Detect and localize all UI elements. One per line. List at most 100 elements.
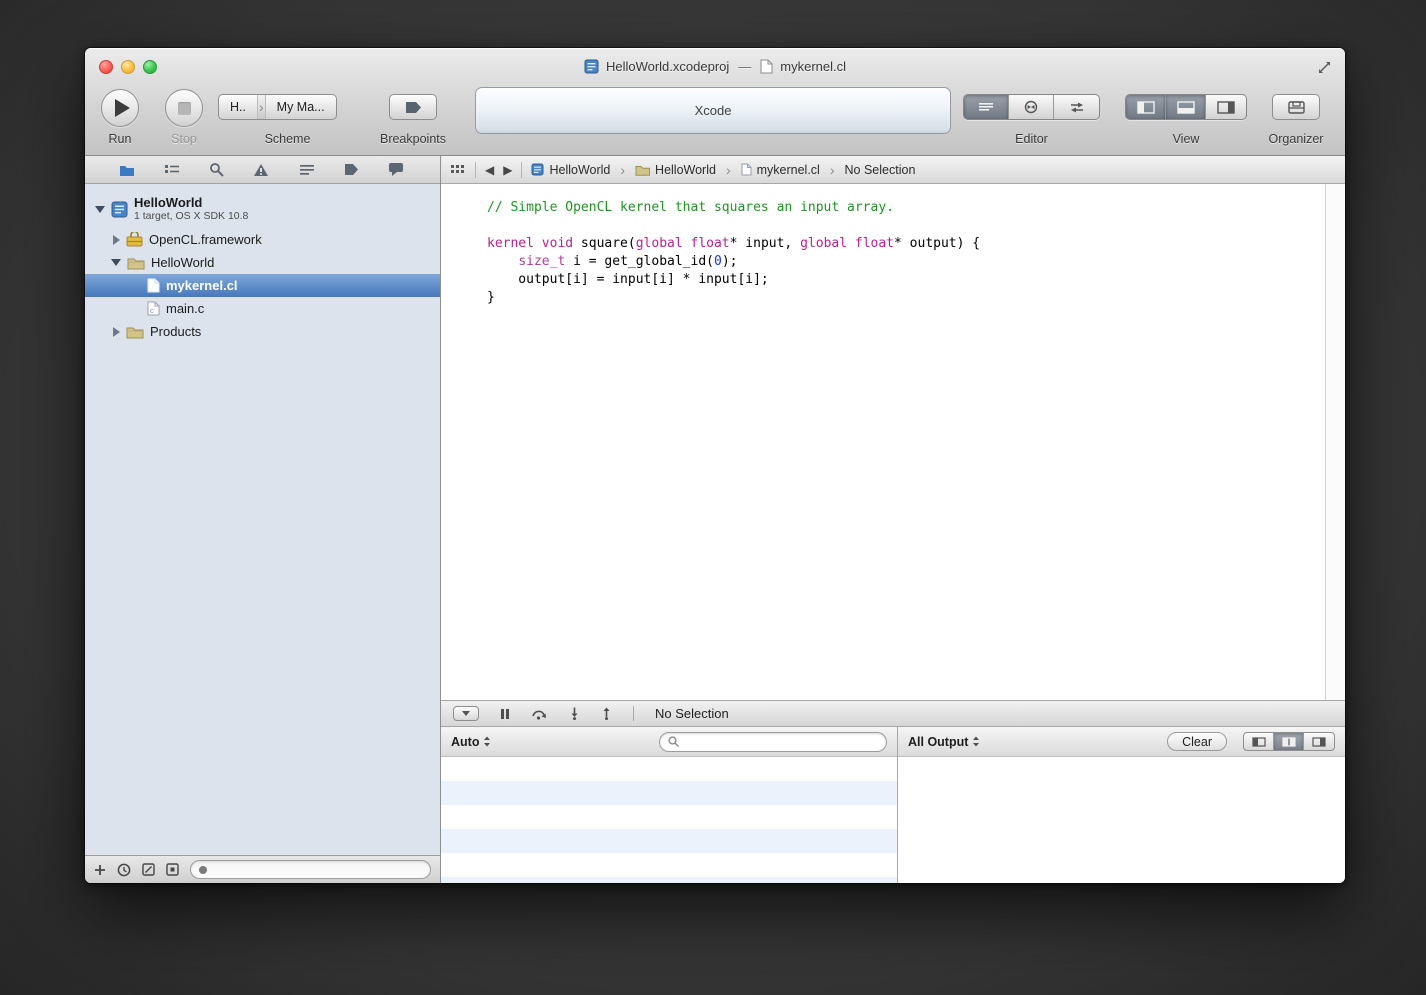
breadcrumb-group[interactable]: HelloWorld [635, 163, 716, 177]
tree-row-main-c[interactable]: c main.c [85, 297, 440, 320]
variables-search-input[interactable] [685, 735, 878, 749]
chevron-down-icon [461, 710, 471, 717]
editor-mode-control [963, 94, 1100, 120]
symbol-navigator-icon[interactable] [164, 163, 180, 177]
search-navigator-icon[interactable] [209, 162, 224, 177]
add-button[interactable] [94, 864, 106, 876]
tree-item-label: main.c [166, 301, 204, 316]
assistant-editor-button[interactable] [1009, 95, 1054, 119]
related-items-icon[interactable] [450, 164, 466, 176]
variables-scope-popup[interactable]: Auto [451, 735, 491, 749]
debug-status-text: No Selection [655, 706, 729, 721]
breadcrumb-project[interactable]: HelloWorld [531, 163, 610, 177]
pause-button[interactable] [500, 708, 510, 720]
titlebar[interactable]: HelloWorld.xcodeproj — mykernel.cl [85, 48, 1345, 85]
breakpoints-label: Breakpoints [366, 132, 460, 146]
step-into-button[interactable] [569, 707, 580, 720]
group-folder-icon [126, 325, 144, 339]
activity-viewer: Xcode [475, 87, 951, 134]
run-button[interactable] [101, 89, 139, 127]
breakpoints-button[interactable] [389, 94, 437, 120]
clear-console-button[interactable]: Clear [1167, 732, 1227, 751]
activity-text: Xcode [695, 103, 732, 118]
version-editor-button[interactable] [1054, 95, 1099, 119]
issue-navigator-icon[interactable] [253, 163, 269, 177]
breakpoint-navigator-icon[interactable] [344, 163, 359, 176]
editor-scrollbar[interactable] [1325, 184, 1345, 700]
code-area[interactable]: // Simple OpenCL kernel that squares an … [441, 184, 1325, 700]
navigator-selector-bar [85, 156, 440, 184]
main-content: HelloWorld 1 target, OS X SDK 10.8 OpenC… [85, 156, 1345, 883]
scm-status-icon[interactable] [166, 863, 179, 876]
show-both-panes-button[interactable] [1274, 733, 1304, 750]
organizer-button[interactable] [1272, 94, 1320, 120]
tree-item-label: Products [150, 324, 201, 339]
title-separator: — [738, 59, 751, 74]
show-variables-only-button[interactable] [1244, 733, 1274, 750]
console-filter-popup[interactable]: All Output [908, 735, 980, 749]
project-row[interactable]: HelloWorld 1 target, OS X SDK 10.8 [85, 190, 440, 228]
breadcrumb-separator: › [620, 162, 625, 178]
forward-button[interactable]: ▶ [503, 164, 512, 176]
debug-navigator-icon[interactable] [299, 163, 315, 177]
assistant-editor-icon [1023, 100, 1039, 114]
tree-row-opencl-framework[interactable]: OpenCL.framework [85, 228, 440, 251]
debugbar-divider [633, 706, 634, 721]
toggle-utilities-button[interactable] [1206, 95, 1246, 119]
breadcrumb-file[interactable]: mykernel.cl [741, 163, 820, 177]
debug-panel-icon [1177, 101, 1195, 114]
disclosure-closed-icon[interactable] [113, 327, 120, 337]
stop-button[interactable] [165, 89, 203, 127]
show-console-only-button[interactable] [1304, 733, 1334, 750]
utilities-panel-icon [1217, 101, 1235, 114]
recent-files-clock-icon[interactable] [117, 863, 131, 877]
scheme-selector[interactable]: H.. › My Ma... [218, 94, 337, 120]
fullscreen-icon[interactable] [1315, 58, 1333, 76]
breadcrumb-separator: › [726, 162, 731, 178]
tree-row-helloworld-group[interactable]: HelloWorld [85, 251, 440, 274]
tree-row-mykernel[interactable]: mykernel.cl [85, 274, 440, 297]
toggle-navigator-button[interactable] [1126, 95, 1166, 119]
back-button[interactable]: ◀ [485, 164, 494, 176]
breadcrumb-separator: › [830, 162, 835, 178]
window-title: HelloWorld.xcodeproj — mykernel.cl [85, 59, 1345, 74]
window-title-file: mykernel.cl [780, 59, 846, 74]
project-navigator-icon[interactable] [119, 163, 135, 177]
organizer-icon [1288, 100, 1305, 114]
log-navigator-icon[interactable] [388, 162, 404, 177]
variables-scope-label: Auto [451, 735, 479, 749]
source-editor[interactable]: // Simple OpenCL kernel that squares an … [441, 184, 1345, 700]
variables-list[interactable] [441, 757, 897, 883]
disclosure-closed-icon[interactable] [113, 235, 120, 245]
toggle-debug-area-button[interactable] [1166, 95, 1206, 119]
breadcrumb-label: HelloWorld [549, 163, 610, 177]
console-output[interactable] [898, 757, 1345, 883]
project-subtitle: 1 target, OS X SDK 10.8 [134, 210, 248, 222]
variables-header: Auto [441, 727, 897, 757]
unsaved-files-icon[interactable] [142, 863, 155, 876]
left-pane-icon [1252, 737, 1266, 747]
debug-layout-control [1243, 732, 1335, 751]
clear-button-label: Clear [1182, 735, 1212, 749]
scheme-destination-segment[interactable]: My Ma... [266, 100, 336, 114]
c-file-icon: c [147, 301, 160, 316]
disclosure-open-icon[interactable] [95, 206, 105, 213]
variables-search-field[interactable] [659, 732, 887, 752]
navigator-filter-input[interactable] [213, 863, 423, 877]
navigator-panel-icon [1137, 101, 1155, 114]
breadcrumb-selection[interactable]: No Selection [845, 163, 916, 177]
standard-editor-button[interactable] [964, 95, 1009, 119]
console-filter-label: All Output [908, 735, 968, 749]
run-label: Run [101, 132, 139, 146]
step-out-button[interactable] [601, 707, 612, 720]
hide-debug-area-button[interactable] [453, 706, 479, 721]
xcode-project-icon [584, 59, 599, 74]
debug-area: Auto All Ou [441, 727, 1345, 883]
navigator-filter-field[interactable] [190, 860, 431, 879]
disclosure-open-icon[interactable] [111, 259, 121, 266]
scheme-project-segment[interactable]: H.. [219, 100, 257, 114]
tree-row-products[interactable]: Products [85, 320, 440, 343]
popup-arrows-icon [972, 736, 980, 747]
jumpbar-divider [475, 162, 476, 178]
step-over-button[interactable] [531, 708, 548, 720]
